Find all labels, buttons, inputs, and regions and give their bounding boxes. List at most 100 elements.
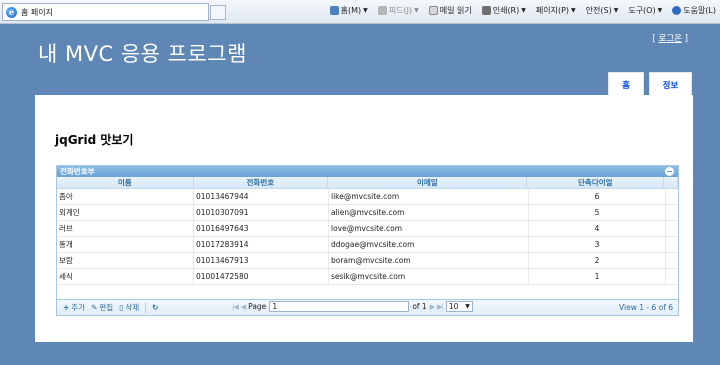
cell-email: like@mvcsite.com	[329, 189, 529, 204]
cell-speed-dial: 4	[529, 221, 666, 236]
feed-command-label: 피드(J)	[388, 6, 413, 15]
page-title: jqGrid 맛보기	[55, 133, 134, 147]
next-page-icon[interactable]: ▶	[430, 303, 435, 311]
column-header-email[interactable]: 이메일	[328, 177, 528, 188]
pager-navigation: |◀ ◀ Page 1 of 1 ▶ ▶| 10 ▼	[232, 301, 473, 312]
print-icon	[481, 6, 491, 15]
cell-name: 세식	[57, 269, 194, 284]
refresh-icon[interactable]: ↻	[152, 303, 158, 312]
cell-email: boram@mvcsite.com	[329, 253, 529, 268]
page-label: Page	[248, 302, 267, 311]
cell-phone: 01010307091	[194, 205, 329, 220]
pager-separator	[145, 302, 147, 313]
header-scroll-spacer	[664, 177, 678, 188]
add-button[interactable]: + 추가	[63, 302, 85, 313]
delete-button[interactable]: ▯ 삭제	[119, 302, 139, 313]
table-row[interactable]: 좀아 01013467944 like@mvcsite.com 6	[57, 189, 678, 205]
tab-about[interactable]: 정보	[649, 72, 692, 96]
home-command[interactable]: 홈(M) ▼	[329, 5, 368, 16]
column-header-name[interactable]: 이름	[57, 177, 194, 188]
cell-speed-dial: 6	[529, 189, 666, 204]
edit-button-label: 편집	[99, 303, 114, 312]
first-page-icon[interactable]: |◀	[232, 303, 239, 311]
tab-home[interactable]: 홈	[608, 72, 644, 96]
help-command[interactable]: 도움말(L)	[672, 5, 716, 16]
login-bracket-open: [	[652, 34, 656, 44]
main-menu: 홈 정보	[608, 72, 692, 96]
cell-speed-dial: 5	[529, 205, 666, 220]
safety-command[interactable]: 안전(S) ▼	[586, 5, 619, 16]
phonebook-grid: 전화번호부 − 이름 전화번호 이메일 단축다이얼 좀아 01013467944…	[56, 165, 679, 316]
cell-name: 똥개	[57, 237, 194, 252]
mail-command-label: 메일 읽기	[439, 6, 472, 15]
pencil-icon: ✎	[91, 303, 98, 312]
cell-speed-dial: 2	[529, 253, 666, 268]
cell-speed-dial: 3	[529, 237, 666, 252]
login-link[interactable]: 로그온	[659, 34, 682, 44]
cell-name: 러브	[57, 221, 194, 236]
cell-phone: 01013467944	[194, 189, 329, 204]
mail-command[interactable]: 메일 읽기	[428, 5, 472, 16]
print-command-label: 인쇄(R)	[492, 6, 520, 15]
collapse-icon[interactable]: −	[665, 167, 674, 176]
cell-phone: 01013467913	[194, 253, 329, 268]
chevron-down-icon[interactable]: ▼	[614, 7, 619, 14]
browser-tab[interactable]: e 홈 페이지	[2, 3, 209, 21]
table-row[interactable]: 외계인 01010307091 alien@mvcsite.com 5	[57, 205, 678, 221]
chevron-down-icon[interactable]: ▼	[521, 7, 526, 14]
cell-speed-dial: 1	[529, 269, 666, 284]
cell-phone: 01001472580	[194, 269, 329, 284]
cell-email: ddogae@mvcsite.com	[329, 237, 529, 252]
page-command-label: 페이지(P)	[535, 6, 570, 15]
rows-per-page-value: 10	[448, 302, 459, 311]
table-row[interactable]: 똥개 01017283914 ddogae@mvcsite.com 3	[57, 237, 678, 253]
browser-tab-title: 홈 페이지	[21, 7, 53, 17]
feed-icon	[377, 6, 387, 15]
column-header-speed-dial[interactable]: 단축다이얼	[527, 177, 665, 188]
help-command-label: 도움말(L)	[683, 6, 716, 15]
home-icon	[329, 6, 339, 15]
browser-toolbar: e 홈 페이지 홈(M) ▼ 피드(J) ▼ 메일 읽기 인쇄(R) ▼ 페이지…	[0, 0, 720, 24]
print-command[interactable]: 인쇄(R) ▼	[481, 5, 526, 16]
help-icon	[672, 6, 682, 15]
feed-command[interactable]: 피드(J) ▼	[377, 5, 419, 16]
cell-name: 보람	[57, 253, 194, 268]
page-command[interactable]: 페이지(P) ▼	[536, 5, 576, 16]
column-header-phone[interactable]: 전화번호	[194, 177, 329, 188]
add-button-label: 추가	[71, 303, 86, 312]
tools-command[interactable]: 도구(O) ▼	[628, 5, 662, 16]
trash-icon: ▯	[119, 303, 124, 312]
page-total-label: of 1	[412, 302, 427, 311]
tools-command-label: 도구(O)	[628, 6, 656, 15]
page-number-input[interactable]: 1	[269, 301, 410, 312]
chevron-down-icon[interactable]: ▼	[414, 7, 419, 14]
mail-icon	[428, 6, 438, 15]
chevron-down-icon: ▼	[465, 303, 470, 310]
new-tab-button[interactable]	[210, 5, 226, 20]
site-title: 내 MVC 응용 프로그램	[38, 42, 247, 66]
last-page-icon[interactable]: ▶|	[437, 303, 444, 311]
login-area: [ 로그온 ]	[652, 32, 688, 44]
table-row[interactable]: 보람 01013467913 boram@mvcsite.com 2	[57, 253, 678, 269]
cell-phone: 01016497643	[194, 221, 329, 236]
cell-phone: 01017283914	[194, 237, 329, 252]
rows-per-page-select[interactable]: 10 ▼	[445, 301, 473, 312]
grid-body: 좀아 01013467944 like@mvcsite.com 6 외계인 01…	[57, 189, 678, 291]
grid-pager: + 추가 ✎ 편집 ▯ 삭제 ↻ |◀ ◀ Page 1 of 1 ▶ ▶| 1…	[57, 299, 678, 315]
cell-name: 좀아	[57, 189, 194, 204]
table-row[interactable]: 세식 01001472580 sesik@mvcsite.com 1	[57, 269, 678, 285]
chevron-down-icon[interactable]: ▼	[571, 7, 576, 14]
cell-email: love@mvcsite.com	[329, 221, 529, 236]
prev-page-icon[interactable]: ◀	[241, 303, 246, 311]
login-bracket-close: ]	[684, 34, 688, 44]
chevron-down-icon[interactable]: ▼	[658, 7, 663, 14]
chevron-down-icon[interactable]: ▼	[363, 7, 368, 14]
safety-command-label: 안전(S)	[585, 6, 612, 15]
table-row[interactable]: 러브 01016497643 love@mvcsite.com 4	[57, 221, 678, 237]
edit-button[interactable]: ✎ 편집	[91, 302, 113, 313]
cell-email: alien@mvcsite.com	[329, 205, 529, 220]
cell-name: 외계인	[57, 205, 194, 220]
grid-header: 이름 전화번호 이메일 단축다이얼	[57, 177, 678, 189]
ie-logo-icon: e	[6, 6, 17, 18]
plus-icon: +	[63, 303, 70, 312]
